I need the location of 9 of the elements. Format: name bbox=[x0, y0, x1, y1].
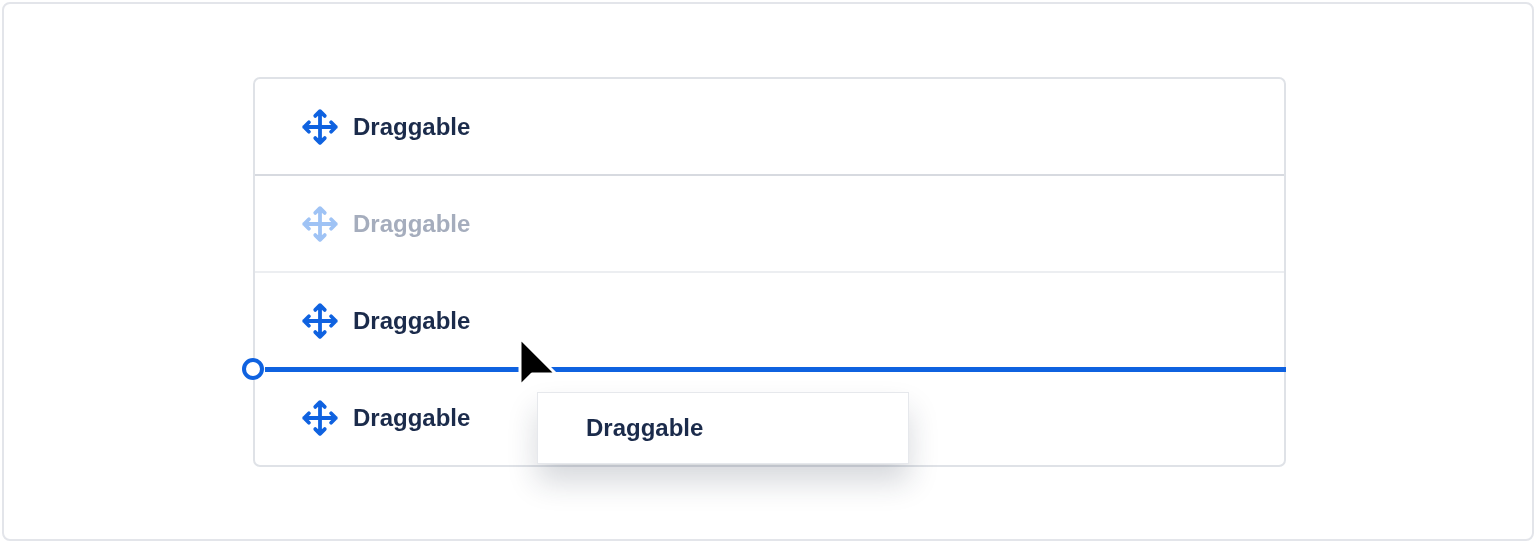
move-icon[interactable] bbox=[301, 107, 339, 146]
move-icon[interactable] bbox=[301, 398, 339, 437]
row-label: Draggable bbox=[353, 403, 471, 432]
row-label: Draggable bbox=[353, 306, 471, 335]
move-icon[interactable] bbox=[301, 301, 339, 340]
list-row[interactable]: Draggable bbox=[255, 79, 1284, 174]
row-label: Draggable bbox=[353, 112, 471, 141]
row-label: Draggable bbox=[353, 209, 471, 238]
drag-preview: Draggable bbox=[537, 392, 909, 464]
